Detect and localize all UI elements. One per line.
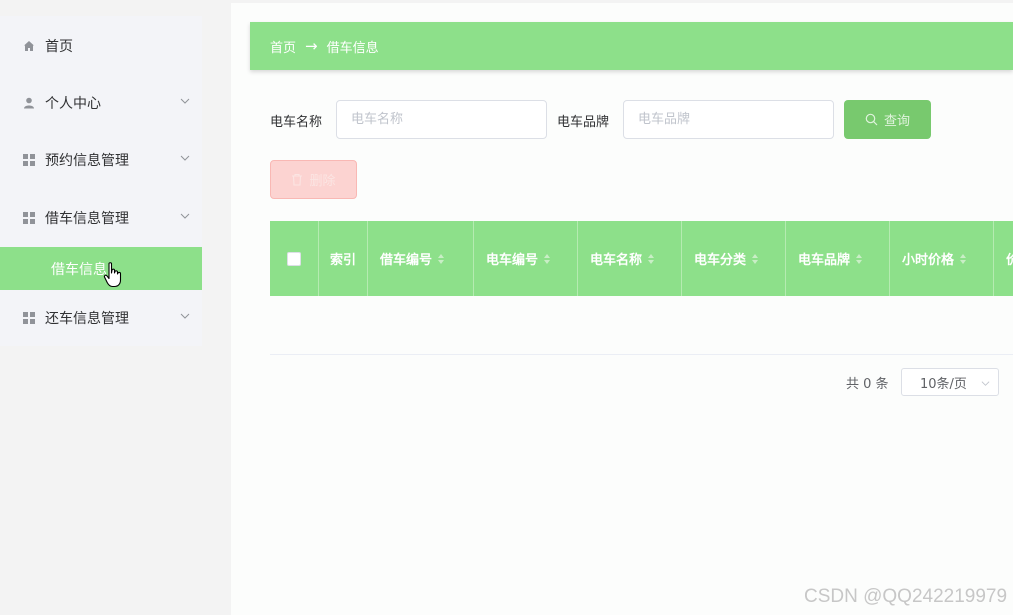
column-header-label: 索引: [330, 253, 357, 268]
column-header-label: 电车编号: [486, 253, 539, 268]
grid-icon: [22, 211, 36, 225]
page-size-value: 10条/页: [920, 376, 967, 392]
user-icon: [22, 96, 36, 110]
column-header-car-no[interactable]: 电车编号: [474, 221, 578, 296]
column-header-label: 小时价格: [902, 253, 955, 268]
column-header-car-name[interactable]: 电车名称: [578, 221, 682, 296]
select-all-cell: [270, 221, 319, 296]
breadcrumb-home[interactable]: 首页: [270, 37, 296, 56]
sidebar-item-label: 个人中心: [45, 96, 101, 112]
sort-icon[interactable]: [648, 253, 655, 264]
main-content: [231, 3, 1013, 615]
sidebar-item-label: 还车信息管理: [45, 311, 129, 327]
name-search-input[interactable]: [336, 100, 547, 139]
query-button-label: 查询: [883, 113, 910, 128]
chevron-down-icon: [981, 381, 990, 386]
sidebar-item-personal-center[interactable]: 个人中心: [0, 82, 202, 124]
query-button[interactable]: 查询: [844, 100, 931, 139]
arrow-right-icon: →: [305, 37, 318, 55]
column-header-price[interactable]: 价: [994, 221, 1013, 296]
sidebar-subitem-label: 借车信息: [51, 261, 107, 278]
sidebar-item-home[interactable]: 首页: [0, 25, 202, 67]
column-header-label: 电车分类: [694, 253, 747, 268]
chevron-down-icon: [180, 213, 190, 219]
sort-icon[interactable]: [856, 253, 863, 264]
column-header-hourly-price[interactable]: 小时价格: [890, 221, 994, 296]
search-icon: [865, 113, 878, 126]
chevron-down-icon: [180, 155, 190, 161]
grid-icon: [22, 153, 36, 167]
sort-icon[interactable]: [752, 253, 759, 264]
name-label: 电车名称: [270, 115, 323, 130]
pagination-total: 共 0 条: [846, 377, 889, 392]
sidebar-subitem-borrow-info[interactable]: 借车信息: [0, 247, 202, 290]
delete-button-label: 删除: [309, 174, 336, 189]
watermark: CSDN @QQ242219979: [804, 586, 1008, 607]
column-header-label: 价: [1006, 253, 1013, 268]
sidebar-item-borrow[interactable]: 借车信息管理: [0, 197, 202, 239]
chevron-down-icon: [180, 98, 190, 104]
grid-icon: [22, 311, 36, 325]
sidebar-item-label: 借车信息管理: [45, 211, 129, 227]
column-header-car-brand[interactable]: 电车品牌: [786, 221, 890, 296]
brand-label: 电车品牌: [557, 115, 610, 130]
column-header-index: 索引: [319, 221, 368, 296]
table-body-divider: [270, 354, 1013, 355]
sort-icon[interactable]: [960, 253, 967, 264]
trash-icon: [292, 173, 303, 186]
page-size-select[interactable]: 10条/页: [901, 368, 999, 396]
brand-search-input[interactable]: [623, 100, 834, 139]
sort-icon[interactable]: [544, 253, 551, 264]
column-header-label: 借车编号: [380, 253, 433, 268]
column-header-label: 电车品牌: [798, 253, 851, 268]
sort-icon[interactable]: [438, 253, 445, 264]
breadcrumb-current: 借车信息: [326, 40, 379, 56]
sidebar-item-label: 预约信息管理: [45, 153, 129, 169]
column-header-label: 电车名称: [590, 253, 643, 268]
breadcrumb: 首页 → 借车信息: [250, 22, 1013, 70]
sidebar-item-label: 首页: [45, 39, 73, 55]
sidebar-item-reservation[interactable]: 预约信息管理: [0, 139, 202, 181]
hand-pointer-icon: [103, 262, 122, 288]
select-all-checkbox[interactable]: [287, 251, 301, 266]
home-icon: [22, 39, 36, 53]
column-header-borrow-no[interactable]: 借车编号: [368, 221, 474, 296]
table-header: 索引 借车编号 电车编号 电车名称 电车分类 电车品牌 小时价格 价: [270, 221, 1013, 296]
column-header-car-category[interactable]: 电车分类: [682, 221, 786, 296]
chevron-down-icon: [180, 313, 190, 319]
sidebar-item-return[interactable]: 还车信息管理: [0, 297, 202, 339]
delete-button[interactable]: 删除: [270, 160, 357, 199]
